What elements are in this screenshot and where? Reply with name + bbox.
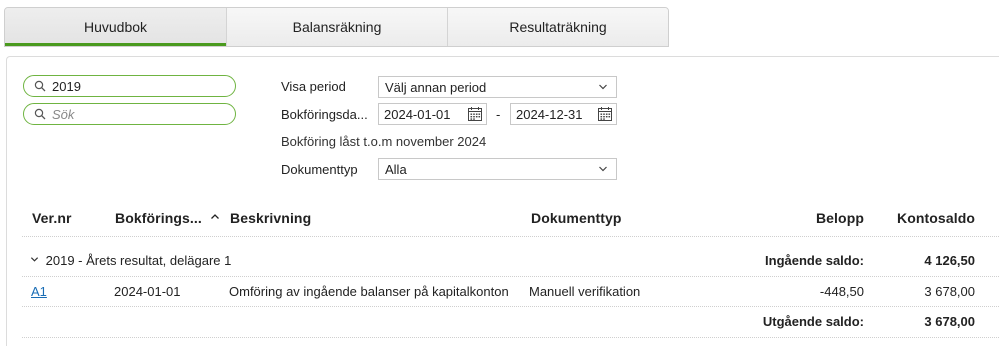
column-header-date[interactable]: Bokförings... <box>115 210 220 226</box>
doctype-select-value: Alla <box>385 161 407 177</box>
chevron-down-icon <box>599 166 607 172</box>
tab-strip: Huvudbok Balansräkning Resultaträkning <box>4 7 669 47</box>
divider <box>22 276 999 277</box>
column-header-doctype[interactable]: Dokumenttyp <box>531 210 622 226</box>
period-select-value: Välj annan period <box>385 79 487 95</box>
row-description: Omföring av ingående balanser på kapital… <box>229 284 509 299</box>
tab-label: Resultaträkning <box>509 19 607 35</box>
content-panel <box>6 56 999 346</box>
divider <box>22 236 999 237</box>
closing-balance-value: 3 678,00 <box>924 314 975 329</box>
opening-balance-label: Ingående saldo: <box>765 253 864 268</box>
row-doctype: Manuell verifikation <box>529 284 641 299</box>
date-to-value: 2024-12-31 <box>516 106 583 122</box>
year-filter-input[interactable] <box>52 78 222 94</box>
closing-balance-label: Utgående saldo: <box>762 314 864 329</box>
chevron-down-icon <box>30 257 39 262</box>
column-header-description[interactable]: Beskrivning <box>230 210 311 226</box>
tab-label: Huvudbok <box>83 19 148 35</box>
column-header-vernr[interactable]: Ver.nr <box>32 210 72 226</box>
calendar-icon[interactable] <box>467 106 483 122</box>
group-row-toggle[interactable]: 2019 - Årets resultat, delägare 1 <box>30 253 231 268</box>
divider <box>22 337 999 338</box>
search-input[interactable] <box>52 106 222 122</box>
column-header-balance[interactable]: Kontosaldo <box>897 210 975 226</box>
tab-huvudbok[interactable]: Huvudbok <box>5 8 227 46</box>
tab-resultatrakning[interactable]: Resultaträkning <box>448 8 668 46</box>
period-select[interactable]: Välj annan period <box>378 76 617 98</box>
doctype-select[interactable]: Alla <box>378 158 617 180</box>
opening-balance-value: 4 126,50 <box>924 253 975 268</box>
date-label: Bokföringsda... <box>281 107 368 122</box>
voucher-link[interactable]: A1 <box>31 284 47 299</box>
period-label: Visa period <box>281 79 346 94</box>
date-separator: - <box>496 107 501 122</box>
row-balance: 3 678,00 <box>924 284 975 299</box>
sort-ascending-icon <box>210 214 219 219</box>
column-header-date-label: Bokförings... <box>115 210 202 226</box>
row-amount: -448,50 <box>819 284 864 299</box>
group-label: 2019 - Årets resultat, delägare 1 <box>45 253 232 268</box>
year-filter-field[interactable] <box>23 75 236 97</box>
date-from-value: 2024-01-01 <box>384 106 451 122</box>
locked-notice: Bokföring låst t.o.m november 2024 <box>281 134 487 149</box>
tab-label: Balansräkning <box>292 19 382 35</box>
column-header-amount[interactable]: Belopp <box>816 210 864 226</box>
search-icon <box>34 108 46 120</box>
calendar-icon[interactable] <box>597 106 613 122</box>
tab-balansrakning[interactable]: Balansräkning <box>227 8 448 46</box>
date-from-field[interactable]: 2024-01-01 <box>378 103 487 125</box>
row-date: 2024-01-01 <box>114 284 181 299</box>
chevron-down-icon <box>599 84 607 90</box>
search-field[interactable] <box>23 103 236 125</box>
doctype-label: Dokumenttyp <box>281 162 358 177</box>
date-to-field[interactable]: 2024-12-31 <box>510 103 617 125</box>
divider <box>22 306 999 307</box>
search-icon <box>34 80 46 92</box>
